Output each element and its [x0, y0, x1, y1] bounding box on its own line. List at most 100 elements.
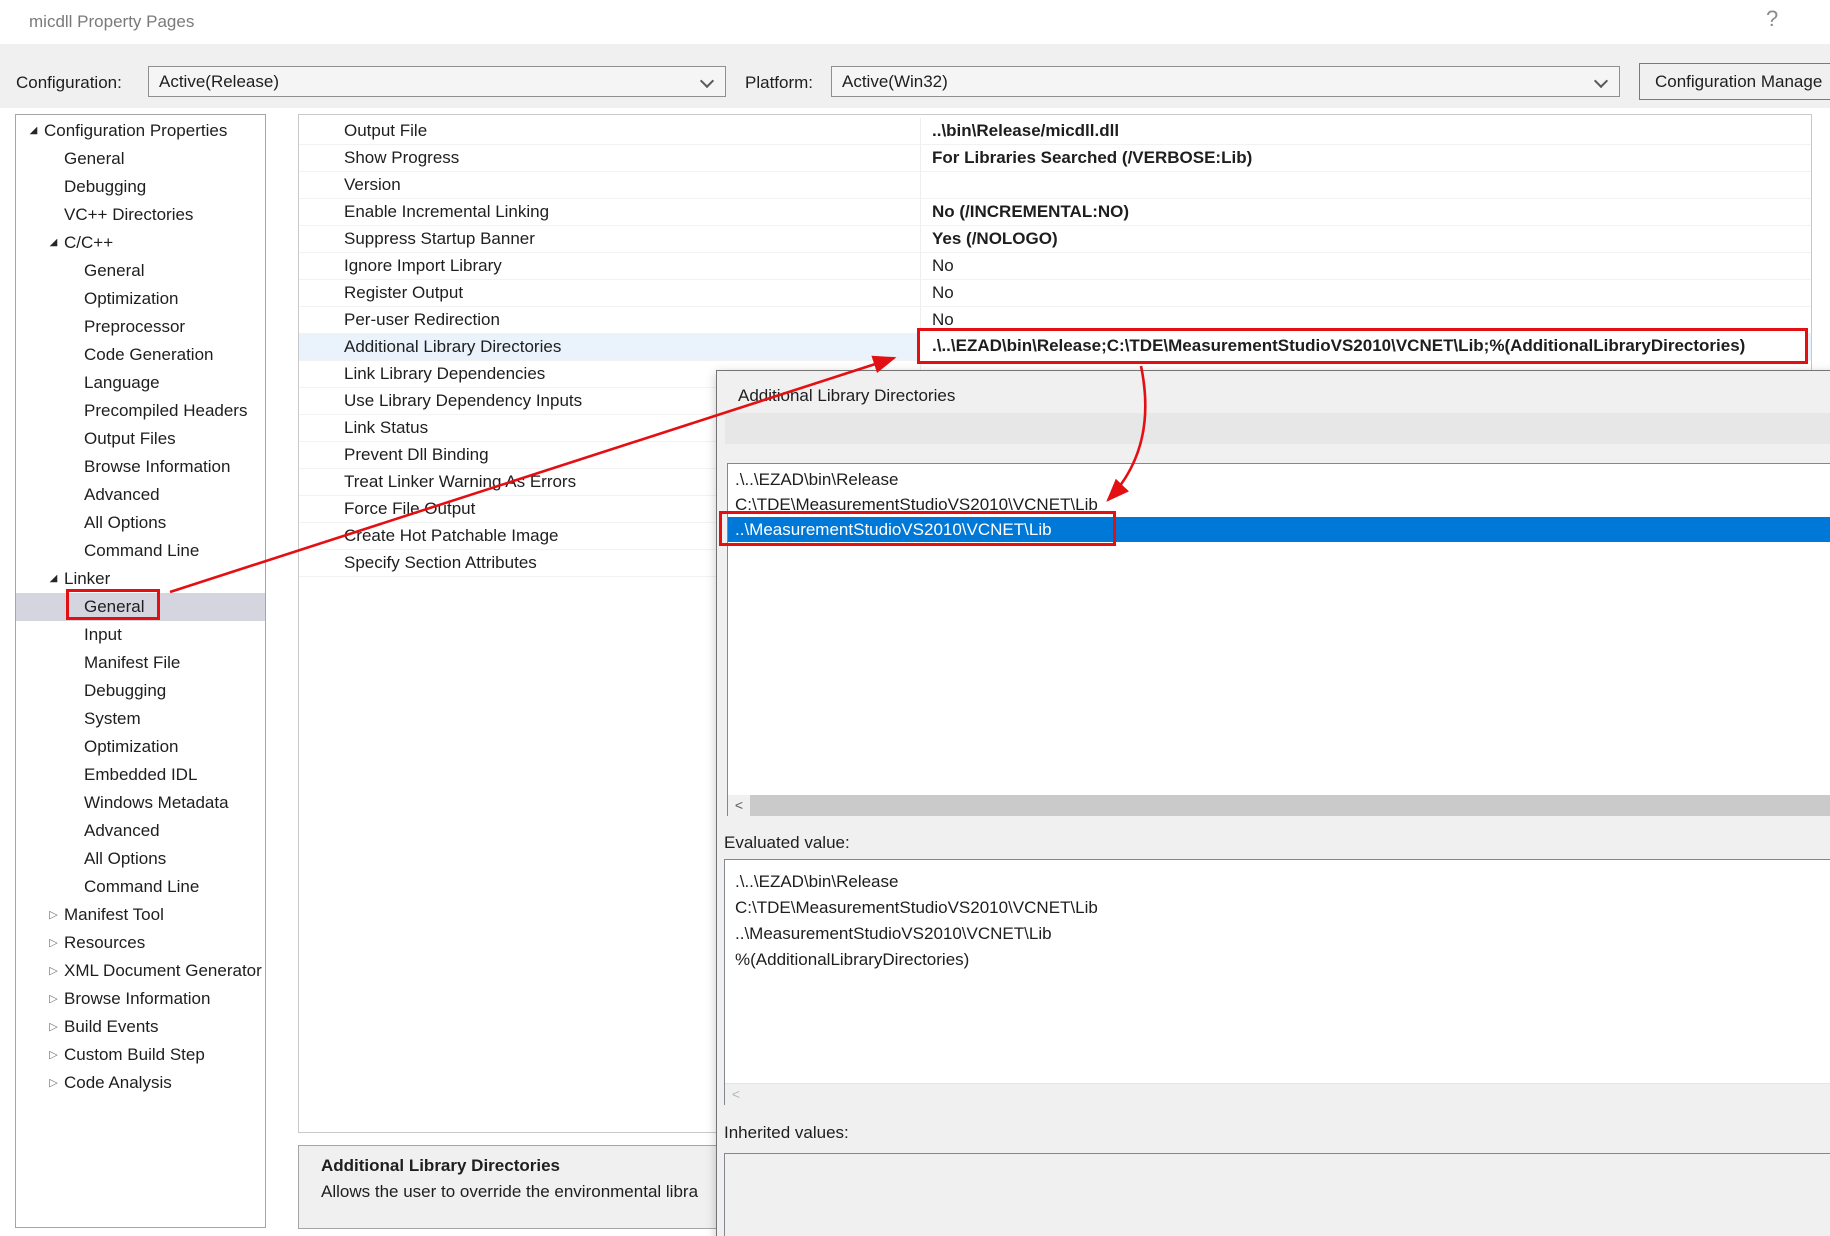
property-row[interactable]: Suppress Startup Banner Yes (/NOLOGO): [299, 226, 1811, 253]
tree-item-label: Embedded IDL: [84, 765, 197, 785]
platform-dropdown[interactable]: Active(Win32): [831, 66, 1620, 97]
tree-expander-icon[interactable]: [46, 1013, 61, 1041]
tree-item[interactable]: Resources: [16, 929, 265, 957]
tree-item-label: XML Document Generator: [64, 961, 262, 981]
property-row[interactable]: Enable Incremental Linking No (/INCREMEN…: [299, 199, 1811, 226]
property-name: Per-user Redirection: [299, 307, 921, 333]
tree-item[interactable]: Preprocessor: [16, 313, 265, 341]
property-value[interactable]: ..\bin\Release/micdll.dll: [921, 118, 1811, 144]
tree-item-label: Custom Build Step: [64, 1045, 205, 1065]
annotation-box-list-item: [719, 511, 1116, 546]
configuration-manager-button[interactable]: Configuration Manage: [1639, 63, 1830, 100]
configuration-dropdown[interactable]: Active(Release): [148, 66, 726, 97]
property-row[interactable]: Show Progress For Libraries Searched (/V…: [299, 145, 1811, 172]
tree-item[interactable]: General: [16, 145, 265, 173]
configuration-label: Configuration:: [16, 73, 122, 93]
property-name: Suppress Startup Banner: [299, 226, 921, 252]
evaluated-value-box[interactable]: .\..\EZAD\bin\ReleaseC:\TDE\MeasurementS…: [724, 859, 1830, 1105]
tree-item[interactable]: Output Files: [16, 425, 265, 453]
inherited-values-label: Inherited values:: [724, 1123, 849, 1143]
property-value[interactable]: No (/INCREMENTAL:NO): [921, 199, 1811, 225]
tree-item-label: Debugging: [64, 177, 146, 197]
tree-item[interactable]: Code Analysis: [16, 1069, 265, 1097]
directory-list-item[interactable]: .\..\EZAD\bin\Release: [728, 467, 1830, 492]
tree-item[interactable]: All Options: [16, 845, 265, 873]
tree-expander-icon[interactable]: [46, 1069, 61, 1097]
tree-expander-icon[interactable]: [46, 1041, 61, 1069]
evaluated-horizontal-scrollbar[interactable]: <: [725, 1083, 1830, 1105]
tree-item[interactable]: Browse Information: [16, 985, 265, 1013]
tree-item-label: Windows Metadata: [84, 793, 229, 813]
tree-expander-icon[interactable]: [46, 957, 61, 985]
list-horizontal-scrollbar[interactable]: <: [728, 795, 1830, 816]
tree-item-label: Manifest Tool: [64, 905, 164, 925]
configuration-dropdown-value: Active(Release): [159, 72, 279, 91]
tree-item-label: Command Line: [84, 541, 199, 561]
tree-item[interactable]: Advanced: [16, 481, 265, 509]
tree-item[interactable]: Code Generation: [16, 341, 265, 369]
property-value[interactable]: No: [921, 253, 1811, 279]
property-name: Ignore Import Library: [299, 253, 921, 279]
configuration-tree: Configuration Properties General Debuggi…: [15, 114, 266, 1228]
tree-item[interactable]: Optimization: [16, 285, 265, 313]
tree-expander-icon[interactable]: [46, 565, 61, 593]
property-name: Version: [299, 172, 921, 198]
tree-item[interactable]: Command Line: [16, 537, 265, 565]
tree-item[interactable]: Manifest Tool: [16, 901, 265, 929]
tree-item-label: Linker: [64, 569, 110, 589]
tree-expander-icon[interactable]: [46, 901, 61, 929]
help-icon[interactable]: ?: [1766, 6, 1778, 32]
tree-item[interactable]: Optimization: [16, 733, 265, 761]
tree-item-label: Code Generation: [84, 345, 213, 365]
property-value[interactable]: For Libraries Searched (/VERBOSE:Lib): [921, 145, 1811, 171]
tree-item-label: Manifest File: [84, 653, 180, 673]
evaluated-value-line: .\..\EZAD\bin\Release: [735, 869, 1830, 895]
tree-item-label: Precompiled Headers: [84, 401, 247, 421]
tree-item[interactable]: All Options: [16, 509, 265, 537]
tree-item[interactable]: Command Line: [16, 873, 265, 901]
tree-item[interactable]: Debugging: [16, 677, 265, 705]
tree-item[interactable]: Custom Build Step: [16, 1041, 265, 1069]
annotation-box-property-value: .\..\EZAD\bin\Release;C:\TDE\Measurement…: [917, 328, 1808, 364]
tree-item[interactable]: Windows Metadata: [16, 789, 265, 817]
tree-item[interactable]: Manifest File: [16, 649, 265, 677]
tree-item[interactable]: System: [16, 705, 265, 733]
property-value[interactable]: [921, 172, 1811, 198]
tree-item[interactable]: Input: [16, 621, 265, 649]
tree-item[interactable]: Debugging: [16, 173, 265, 201]
property-value[interactable]: Yes (/NOLOGO): [921, 226, 1811, 252]
property-row[interactable]: Register Output No: [299, 280, 1811, 307]
tree-item-label: Debugging: [84, 681, 166, 701]
property-name: Show Progress: [299, 145, 921, 171]
tree-item[interactable]: Language: [16, 369, 265, 397]
tree-item[interactable]: Build Events: [16, 1013, 265, 1041]
tree-expander-icon[interactable]: [46, 929, 61, 957]
tree-item[interactable]: C/C++: [16, 229, 265, 257]
property-row[interactable]: Ignore Import Library No: [299, 253, 1811, 280]
property-row[interactable]: Version: [299, 172, 1811, 199]
scroll-left-icon[interactable]: <: [728, 795, 750, 816]
tree-item[interactable]: XML Document Generator: [16, 957, 265, 985]
tree-item[interactable]: Embedded IDL: [16, 761, 265, 789]
tree-item[interactable]: General: [16, 257, 265, 285]
tree-item-label: Build Events: [64, 1017, 159, 1037]
tree-item[interactable]: Advanced: [16, 817, 265, 845]
additional-library-directories-dialog: Additional Library Directories .\..\EZAD…: [716, 370, 1830, 1236]
tree-item[interactable]: Precompiled Headers: [16, 397, 265, 425]
tree-item[interactable]: VC++ Directories: [16, 201, 265, 229]
tree-item-label: Resources: [64, 933, 145, 953]
property-value[interactable]: No: [921, 280, 1811, 306]
annotation-box-tree-general: [66, 589, 160, 620]
tree-expander-icon[interactable]: [26, 117, 41, 145]
property-row[interactable]: Output File ..\bin\Release/micdll.dll: [299, 118, 1811, 145]
tree-item[interactable]: Configuration Properties: [16, 117, 265, 145]
property-name: Additional Library Directories: [299, 334, 921, 360]
property-pages-window: micdll Property Pages ? Configuration: A…: [0, 0, 1830, 1236]
inherited-values-box[interactable]: [724, 1153, 1830, 1236]
tree-item[interactable]: Browse Information: [16, 453, 265, 481]
tree-expander-icon[interactable]: [46, 229, 61, 257]
platform-label: Platform:: [745, 73, 813, 93]
tree-expander-icon[interactable]: [46, 985, 61, 1013]
tree-item-label: Advanced: [84, 485, 160, 505]
tree-item-label: General: [64, 149, 124, 169]
